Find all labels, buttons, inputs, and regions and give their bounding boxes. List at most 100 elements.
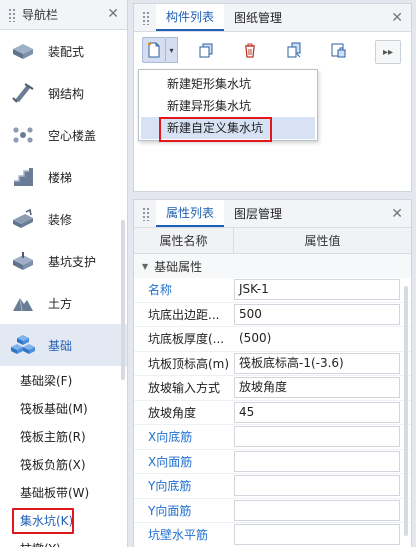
sub-item-foundation-beam[interactable]: 基础梁(F): [0, 366, 127, 394]
new-component-dropdown[interactable]: ▾: [166, 37, 178, 63]
property-row: 坑板顶标高(m) 筏板底标高-1(-3.6): [134, 352, 411, 376]
property-name: 放坡输入方式: [148, 381, 221, 396]
property-name: X向底筋: [148, 430, 193, 445]
property-row: X向底筋: [134, 425, 411, 450]
component-pane-close-icon[interactable]: ✕: [391, 11, 403, 25]
decoration-icon: [10, 208, 36, 230]
nav-item-earthwork[interactable]: 土方: [0, 282, 127, 324]
nav-item-label: 基础: [48, 338, 73, 353]
property-row: 坑底出边距... 500: [134, 303, 411, 327]
collapse-caret-icon[interactable]: ▼: [142, 262, 148, 271]
delete-icon: [245, 43, 255, 58]
component-toolbar: ▾: [134, 32, 411, 68]
property-value[interactable]: [234, 499, 400, 521]
property-value[interactable]: [234, 426, 400, 448]
tab-drawing-management[interactable]: 图纸管理: [224, 4, 292, 31]
layer-copy-button[interactable]: [280, 37, 308, 63]
navigation-title: 导航栏: [22, 8, 59, 22]
drag-grip-icon[interactable]: [142, 206, 150, 221]
menu-item-new-rect-sump[interactable]: 新建矩形集水坑: [139, 73, 317, 95]
menu-item-new-irregular-sump[interactable]: 新建异形集水坑: [139, 95, 317, 117]
property-row: Y向底筋: [134, 474, 411, 499]
property-value[interactable]: 500: [234, 303, 400, 325]
nav-item-label: 钢结构: [48, 86, 85, 101]
stairs-icon: [10, 166, 36, 188]
nav-item-foundation[interactable]: 基础: [0, 324, 127, 366]
property-value[interactable]: [234, 524, 400, 546]
nav-item-prefab[interactable]: 装配式: [0, 30, 127, 72]
nav-item-label: 楼梯: [48, 170, 73, 185]
lock-button[interactable]: [324, 37, 352, 63]
tab-property-list[interactable]: 属性列表: [156, 200, 225, 227]
property-name: 坑底板厚度(...: [148, 332, 225, 347]
property-row: 坑底板厚度(... (500): [134, 327, 411, 352]
new-component-icon: [148, 42, 160, 58]
properties-pane-close-icon[interactable]: ✕: [391, 207, 403, 221]
property-name: Y向底筋: [148, 479, 192, 494]
property-grid-header: 属性名称 属性值: [134, 228, 411, 254]
properties-scrollbar[interactable]: [404, 286, 408, 536]
copy-icon: [199, 43, 213, 58]
property-value[interactable]: 筏板底标高-1(-3.6): [234, 352, 400, 374]
property-name: X向面筋: [148, 454, 193, 469]
navigation-scrollbar[interactable]: [121, 220, 125, 380]
property-value[interactable]: [234, 475, 400, 497]
sub-item-column-pier[interactable]: 柱墩(Y): [0, 534, 127, 547]
property-value[interactable]: 放坡角度: [234, 377, 400, 399]
drag-grip-icon[interactable]: [8, 7, 16, 22]
component-tabs: 构件列表 图纸管理 ✕: [134, 4, 411, 32]
nav-item-label: 装配式: [48, 44, 85, 59]
sub-item-sump-pit[interactable]: 集水坑(K): [0, 506, 127, 534]
property-row: 放坡输入方式 放坡角度: [134, 376, 411, 401]
tab-component-list[interactable]: 构件列表: [156, 4, 225, 31]
nav-item-decoration[interactable]: 装修: [0, 198, 127, 240]
nav-item-label: 装修: [48, 212, 73, 227]
property-name: 名称: [148, 283, 173, 298]
navigation-pane: 导航栏 ✕ 装配式 钢结构 空心楼盖 楼梯 装修 基坑支护 土方 基础 基础梁(…: [0, 0, 128, 547]
nav-item-stairs[interactable]: 楼梯: [0, 156, 127, 198]
property-name: Y向面筋: [148, 503, 192, 518]
sub-item-raft-negative-rebar[interactable]: 筏板负筋(X): [0, 450, 127, 478]
property-value[interactable]: 45: [234, 401, 400, 423]
menu-item-new-custom-sump[interactable]: 新建自定义集水坑: [141, 117, 315, 139]
sub-item-raft-main-rebar[interactable]: 筏板主筋(R): [0, 422, 127, 450]
properties-pane: 属性列表 图层管理 ✕ 属性名称 属性值 ▼ 基础属性 名称 JSK-1 坑底出…: [133, 199, 412, 547]
nav-item-pit-support[interactable]: 基坑支护: [0, 240, 127, 282]
column-header-name: 属性名称: [134, 228, 234, 253]
column-header-value: 属性值: [304, 234, 341, 248]
earthwork-icon: [10, 292, 36, 314]
nav-item-label: 空心楼盖: [48, 128, 97, 143]
sub-item-raft-foundation[interactable]: 筏板基础(M): [0, 394, 127, 422]
more-tools-button[interactable]: ▸▸: [375, 40, 401, 64]
property-value[interactable]: JSK-1: [234, 279, 400, 301]
pit-support-icon: [10, 250, 36, 272]
nav-item-steel-structure[interactable]: 钢结构: [0, 72, 127, 114]
property-row: Y向面筋: [134, 499, 411, 523]
nav-item-label: 土方: [48, 296, 73, 311]
property-row: 坑壁水平筋: [134, 523, 411, 547]
property-value[interactable]: [234, 450, 400, 472]
hollow-slab-icon: [10, 124, 36, 146]
sub-item-label: 集水坑(K): [20, 513, 74, 528]
delete-button[interactable]: [236, 37, 264, 63]
property-row: 放坡角度 45: [134, 401, 411, 425]
sub-item-foundation-strip[interactable]: 基础板带(W): [0, 478, 127, 506]
steel-structure-icon: [10, 82, 36, 104]
layer-copy-icon: [287, 42, 301, 58]
prefab-icon: [10, 40, 36, 62]
tab-layer-management[interactable]: 图层管理: [224, 200, 292, 227]
property-value[interactable]: (500): [234, 328, 400, 349]
property-row: X向面筋: [134, 450, 411, 474]
navigation-header: 导航栏 ✕: [0, 0, 127, 30]
property-name: 坑底出边距...: [148, 307, 220, 322]
new-component-button[interactable]: [142, 37, 166, 63]
property-group[interactable]: ▼ 基础属性: [134, 254, 411, 278]
lock-icon: [331, 43, 346, 58]
drag-grip-icon[interactable]: [142, 10, 150, 25]
copy-button[interactable]: [192, 37, 220, 63]
navigation-close-icon[interactable]: ✕: [107, 7, 119, 21]
property-row: 名称 JSK-1: [134, 278, 411, 303]
nav-item-hollow-slab[interactable]: 空心楼盖: [0, 114, 127, 156]
property-group-label: 基础属性: [154, 259, 203, 274]
foundation-icon: [10, 334, 36, 356]
